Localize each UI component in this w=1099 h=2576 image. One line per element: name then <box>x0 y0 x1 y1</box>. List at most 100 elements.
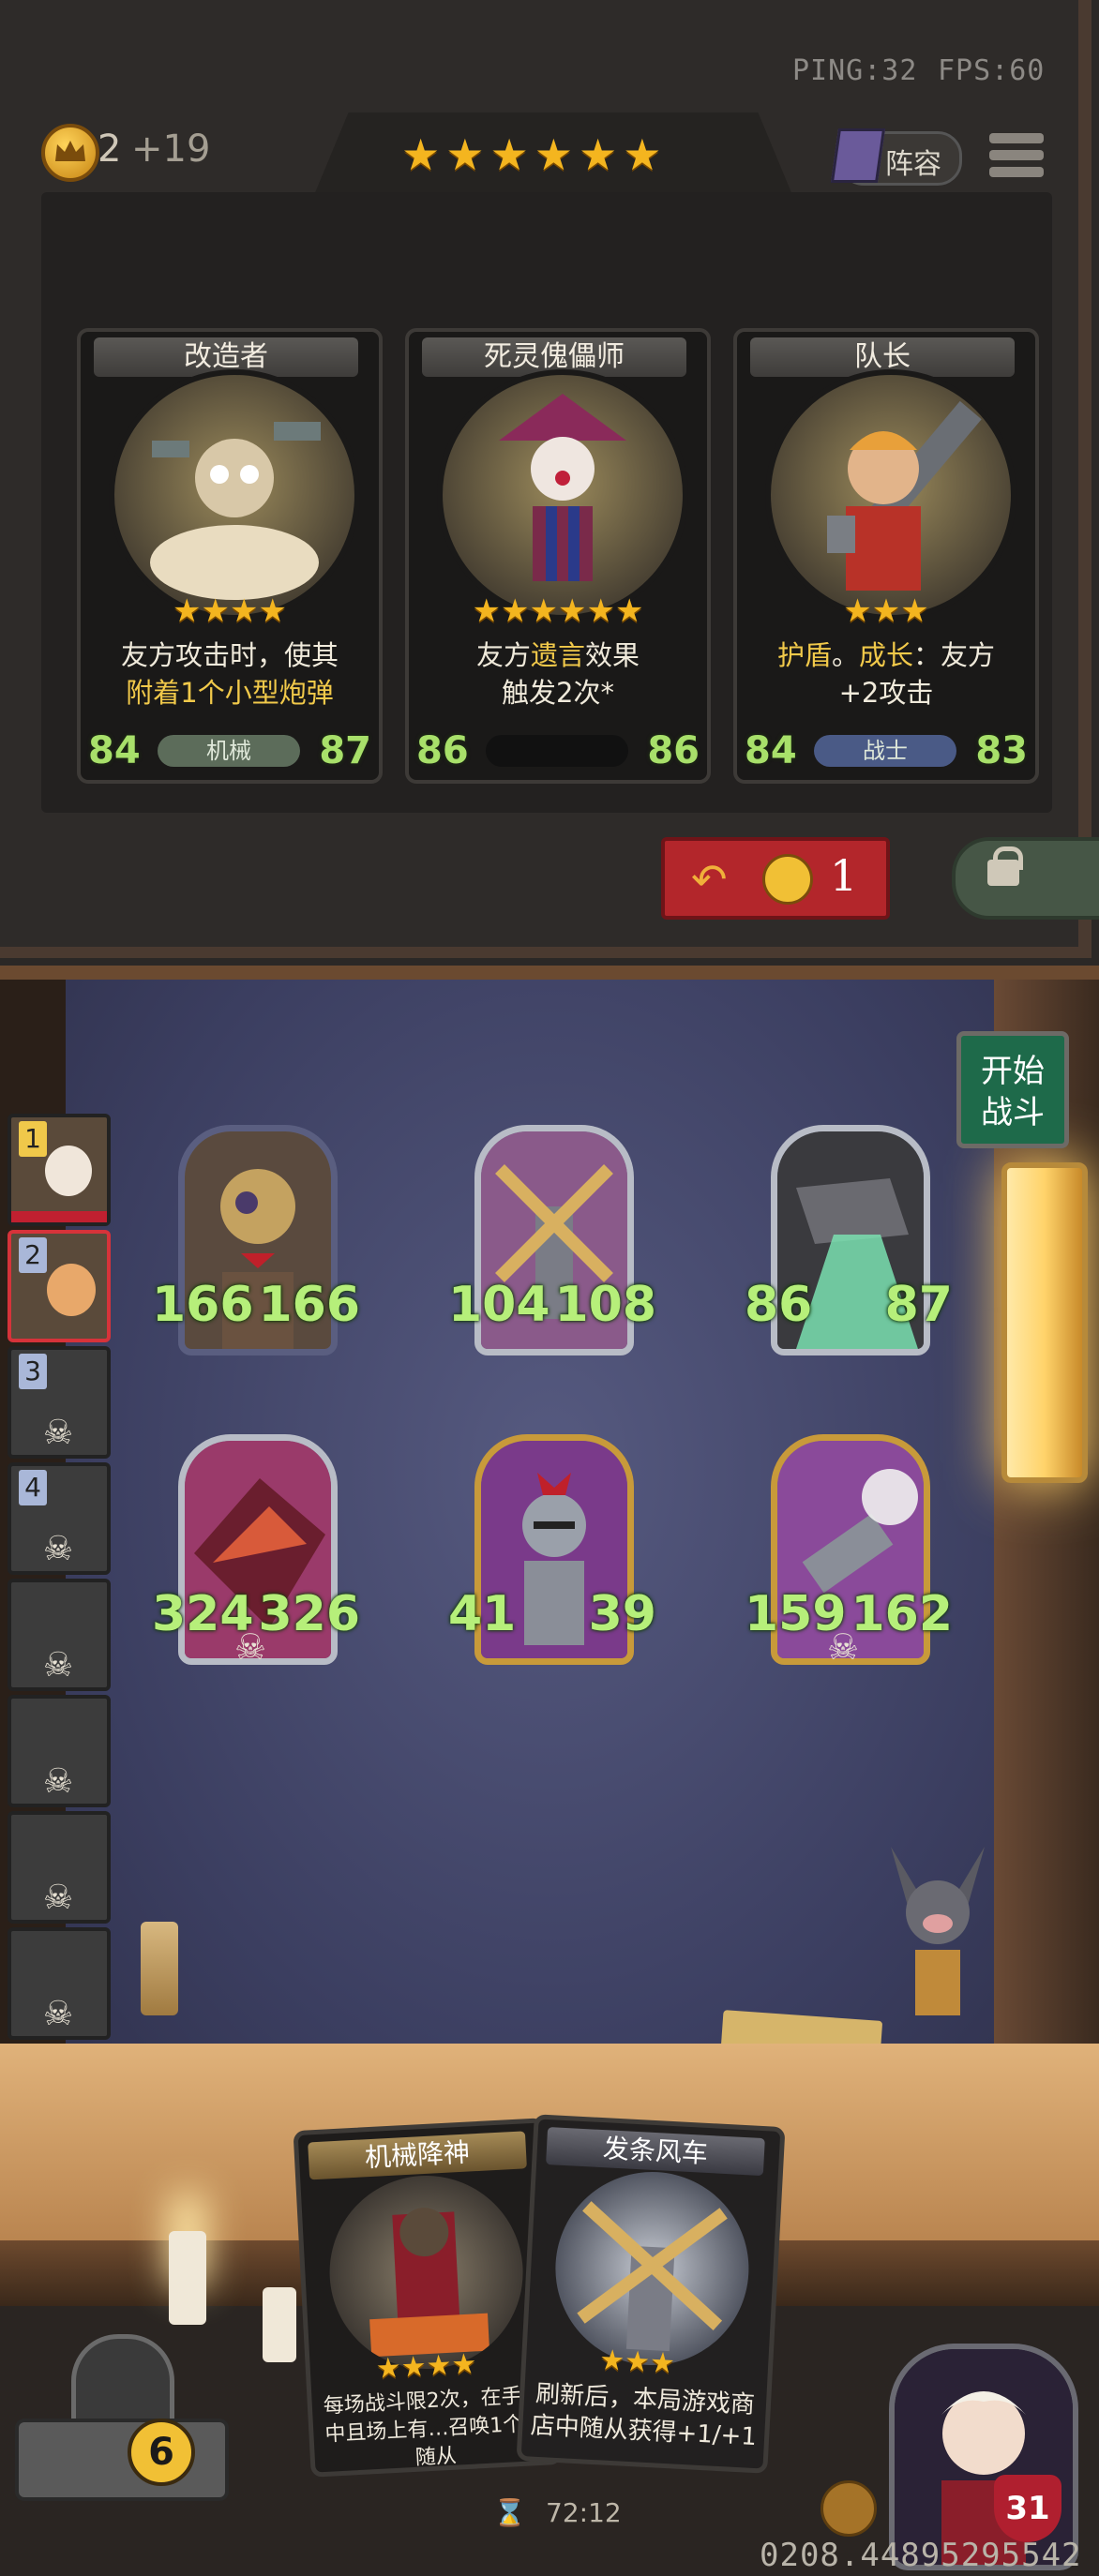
attack-value: 104 <box>448 1277 550 1333</box>
skull-icon: ☠ <box>42 1646 74 1685</box>
player-avatar <box>45 1146 92 1196</box>
gold-income: +19 <box>131 127 211 171</box>
board-minion-2[interactable]: 104 108 <box>448 1125 656 1355</box>
refresh-shop-button[interactable]: ↶ 1 <box>661 837 890 920</box>
hero-power-coin-icon[interactable] <box>820 2480 877 2537</box>
shop-card-modifier[interactable]: 改造者 ★★★★ 友方攻击时，使其 附着1个小型炮弹 84 机械 87 <box>77 328 383 784</box>
desc-text: 效果 <box>585 639 640 671</box>
desc-line: 友方攻击时，使其 <box>120 639 339 671</box>
tavern-tier-stars: ★★★★★★ <box>401 129 668 180</box>
hand-card-stars: ★★★ <box>598 2344 676 2381</box>
tribe-badge <box>486 735 628 767</box>
hand-card-clockwork-windmill[interactable]: 发条风车 ★★★ 刷新后，本局游戏商店中随从获得+1/+1 <box>516 2114 786 2474</box>
candle-decoration <box>169 2231 206 2325</box>
candle-decoration <box>263 2287 296 2362</box>
player-slot-5[interactable]: ☠ <box>8 1579 111 1691</box>
health-value: 83 <box>975 729 1028 772</box>
card-description: 护盾。成长：友方 +2攻击 <box>750 637 1022 726</box>
fps-readout: FPS:60 <box>938 54 1046 87</box>
shop-card-captain[interactable]: 队长 ★★★ 护盾。成长：友方 +2攻击 84 战士 83 <box>733 328 1039 784</box>
menu-button[interactable] <box>989 129 1044 182</box>
gold-amount: 2 <box>98 127 122 171</box>
player-slot-3[interactable]: 3 ☠ <box>8 1346 111 1459</box>
health-value: 86 <box>647 729 700 772</box>
player-rank: 3 <box>19 1354 47 1389</box>
player-slot-7[interactable]: ☠ <box>8 1811 111 1924</box>
board-minion-5[interactable]: 41 39 <box>448 1434 656 1665</box>
start-battle-label: 开始 <box>981 1053 1045 1090</box>
health-bar <box>11 1211 107 1222</box>
hand-card-art <box>550 2166 754 2371</box>
menu-icon-bar <box>989 150 1044 160</box>
shop-card-necro-puppeteer[interactable]: 死灵傀儡师 ★★★★★★ 友方遗言效果 触发2次* 86 86 <box>405 328 711 784</box>
desc-text: ：友方 <box>913 639 996 671</box>
player-slot-4[interactable]: 4 ☠ <box>8 1462 111 1575</box>
ping-readout: PING:32 <box>792 54 918 87</box>
board-minion-4[interactable]: 324 326 ☠ <box>152 1434 360 1668</box>
card-description: 友方遗言效果 触发2次* <box>422 637 694 726</box>
gold-coin-icon <box>762 854 813 905</box>
card-art-clown <box>437 369 688 621</box>
player-slot-8[interactable]: ☠ <box>8 1927 111 2040</box>
desc-keyword: 成长 <box>859 639 914 671</box>
hero-health: 31 <box>994 2475 1061 2542</box>
health-value: 87 <box>884 1277 953 1333</box>
hand-card-art <box>324 2170 528 2374</box>
hand-card-name: 机械降神 <box>308 2131 527 2180</box>
desc-text: 。 <box>831 639 859 671</box>
desc-line: 触发2次* <box>502 677 614 709</box>
lantern-decoration <box>1001 1162 1088 1483</box>
player-rank: 2 <box>19 1237 47 1273</box>
start-battle-label: 战斗 <box>981 1094 1045 1131</box>
book-icon <box>830 128 886 183</box>
refresh-arrow-icon: ↶ <box>691 854 728 905</box>
card-art-captain <box>765 369 1016 621</box>
desc-text: 友方 <box>475 639 531 671</box>
desc-keyword: 护盾 <box>776 639 832 671</box>
attack-value: 84 <box>88 729 141 772</box>
player-rank: 1 <box>19 1121 47 1157</box>
turn-timer: 72:12 <box>546 2497 622 2528</box>
player-rank: 4 <box>19 1470 47 1505</box>
deck-chest <box>15 2419 229 2501</box>
hand-card-description: 刷新后，本局游戏商店中随从获得+1/+1 <box>529 2379 758 2452</box>
player-slot-1[interactable]: 1 <box>8 1114 111 1226</box>
card-stars: ★★★ <box>843 592 929 630</box>
deck-count: 6 <box>128 2419 195 2486</box>
health-value: 108 <box>554 1277 656 1333</box>
health-value: 39 <box>588 1586 656 1642</box>
menu-icon-bar <box>989 167 1044 177</box>
attack-value: 84 <box>745 729 797 772</box>
start-battle-button[interactable]: 开始 战斗 <box>956 1031 1069 1148</box>
tribe-badge: 机械 <box>158 735 300 767</box>
freeze-shop-button[interactable] <box>952 837 1099 920</box>
board-minion-6[interactable]: 159 162 ☠ <box>745 1434 953 1668</box>
skull-icon: ☠ <box>42 1879 74 1917</box>
hourglass-icon: ⌛ <box>493 2497 526 2528</box>
player-avatar <box>47 1264 96 1316</box>
hand-card-stars: ★★★★ <box>375 2347 478 2386</box>
deck-pile[interactable]: 6 <box>15 2325 229 2522</box>
deathrattle-skull-icon: ☠ <box>234 1626 267 1668</box>
skull-icon: ☠ <box>42 1995 74 2033</box>
hand-card-description: 每场战斗限2次，在手牌中且场上有…召唤1个本随从 <box>323 2383 545 2470</box>
board-minion-1[interactable]: 166 166 <box>152 1125 360 1355</box>
deathrattle-skull-icon: ☠ <box>827 1626 860 1668</box>
lineup-button[interactable]: 阵容 <box>830 128 962 186</box>
refresh-cost: 1 <box>830 850 858 901</box>
attack-value: 86 <box>416 729 469 772</box>
desc-keyword: 小型炮弹 <box>224 677 334 709</box>
attack-value: 86 <box>745 1277 813 1333</box>
gold-coin-icon <box>41 124 99 182</box>
board-minion-3[interactable]: 86 87 <box>745 1125 953 1355</box>
card-art-mad-scientist <box>109 369 360 621</box>
player-slot-6[interactable]: ☠ <box>8 1695 111 1807</box>
health-value: 326 <box>258 1586 360 1642</box>
hand-card-name: 发条风车 <box>546 2127 765 2177</box>
skull-icon: ☠ <box>42 1414 74 1452</box>
board-right-wall <box>994 980 1099 2104</box>
player-slot-2[interactable]: 2 <box>8 1230 111 1342</box>
card-stars: ★★★★★★ <box>472 592 644 630</box>
hourglass-decoration <box>141 1922 178 2015</box>
skull-icon: ☠ <box>42 1762 74 1801</box>
